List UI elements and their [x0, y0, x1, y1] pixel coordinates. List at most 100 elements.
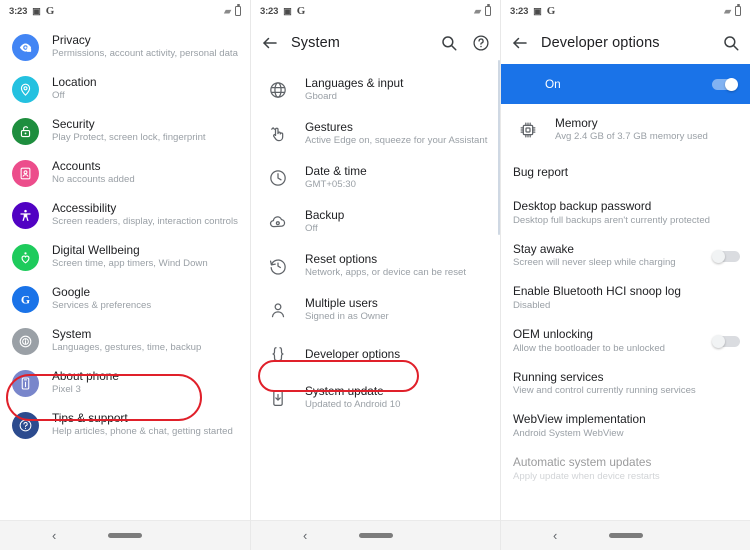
list-item-icon-wrap — [10, 326, 40, 356]
home-pill-icon[interactable] — [108, 533, 142, 538]
system-info-icon — [11, 327, 39, 355]
list-item[interactable]: Running services View and control current… — [501, 363, 750, 406]
status-time: 3:23 — [9, 5, 28, 17]
list-item[interactable]: Enable Bluetooth HCI snoop log Disabled — [501, 277, 750, 320]
list-item-text: System Languages, gestures, time, backup — [52, 327, 240, 356]
list-item-title: Privacy — [52, 32, 91, 47]
list-item-text: Stay awake Screen will never sleep while … — [513, 242, 704, 271]
master-toggle-switch[interactable] — [710, 77, 738, 91]
list-item-title: Running services — [513, 369, 604, 384]
developer-options-list[interactable]: Memory Avg 2.4 GB of 3.7 GB memory used Bu… — [501, 104, 750, 491]
google-icon: G — [546, 5, 556, 17]
list-item[interactable]: Stay awake Screen will never sleep while … — [501, 235, 750, 278]
list-item[interactable]: Memory Avg 2.4 GB of 3.7 GB memory used — [501, 108, 750, 152]
list-item-text: Reset options Network, apps, or device ca… — [305, 252, 488, 281]
list-item[interactable]: Tips & support Help articles, phone & cha… — [0, 404, 250, 446]
list-item-subtitle: No accounts added — [52, 174, 135, 186]
list-item-subtitle: Screen time, app timers, Wind Down — [52, 258, 208, 270]
list-item[interactable]: Date & time GMT+05:30 — [251, 156, 500, 200]
help-icon[interactable] — [472, 34, 490, 52]
list-item-title: Enable Bluetooth HCI snoop log — [513, 284, 681, 299]
list-item[interactable]: Accounts No accounts added — [0, 152, 250, 194]
list-item[interactable]: Backup Off — [251, 200, 500, 244]
back-arrow-icon[interactable] — [261, 34, 279, 52]
list-item-text: OEM unlocking Allow the bootloader to be … — [513, 327, 704, 356]
list-item-icon-wrap — [10, 410, 40, 440]
list-item-icon-wrap — [263, 119, 293, 149]
list-item[interactable]: G Google Services & preferences — [0, 278, 250, 320]
clock-icon — [268, 168, 288, 188]
nav-back-icon[interactable]: ‹ — [52, 529, 56, 542]
list-item[interactable]: Gestures Active Edge on, squeeze for your… — [251, 112, 500, 156]
home-pill-icon[interactable] — [358, 533, 393, 538]
system-list[interactable]: Languages & input Gboard Gestures Active Ed… — [251, 64, 500, 420]
list-item-subtitle: Avg 2.4 GB of 3.7 GB memory used — [555, 131, 708, 143]
screenshot-icon: ▣ — [283, 5, 292, 16]
phone-icon — [11, 369, 39, 397]
master-toggle-label: On — [545, 77, 561, 91]
list-item-subtitle: Pixel 3 — [52, 384, 81, 396]
list-item-text: Memory Avg 2.4 GB of 3.7 GB memory used — [555, 116, 740, 145]
list-item-subtitle: Apply update when device restarts — [513, 470, 660, 482]
list-item-text: WebView implementation Android System Web… — [513, 412, 740, 441]
list-item-title: OEM unlocking — [513, 327, 593, 342]
list-item-icon-wrap — [10, 368, 40, 398]
back-arrow-icon[interactable] — [511, 34, 529, 52]
list-item[interactable]: Bug report — [501, 152, 750, 192]
toggle-switch[interactable] — [712, 334, 740, 348]
list-item[interactable]: WebView implementation Android System Web… — [501, 405, 750, 448]
location-pin-icon — [11, 75, 39, 103]
list-item-text: Location Off — [52, 75, 240, 104]
wifi-icon: ▰ — [474, 5, 481, 16]
list-item-subtitle: Screen will never sleep while charging — [513, 257, 676, 269]
memory-chip-icon — [518, 120, 538, 140]
list-item-text: Automatic system updates Apply update whe… — [513, 455, 740, 484]
list-item-text: Security Play Protect, screen lock, finge… — [52, 117, 240, 146]
status-bar-1: 3:23 ▣ G ▰ — [0, 0, 250, 22]
list-item[interactable]: Desktop backup password Desktop full back… — [501, 192, 750, 235]
google-icon: G — [296, 5, 306, 17]
list-item-title: Developer options — [305, 346, 401, 361]
list-item[interactable]: Privacy Permissions, account activity, pe… — [0, 26, 250, 68]
system-update-icon — [268, 388, 288, 408]
gestures-icon — [268, 124, 288, 144]
list-item[interactable]: Multiple users Signed in as Owner — [251, 288, 500, 332]
list-item[interactable]: Digital Wellbeing Screen time, app timers… — [0, 236, 250, 278]
list-item[interactable]: OEM unlocking Allow the bootloader to be … — [501, 320, 750, 363]
list-item[interactable]: Developer options — [251, 332, 500, 376]
settings-list[interactable]: Privacy Permissions, account activity, pe… — [0, 22, 250, 446]
list-item[interactable]: Location Off — [0, 68, 250, 110]
app-bar-system: System — [251, 22, 500, 64]
list-item[interactable]: Languages & input Gboard — [251, 68, 500, 112]
list-item[interactable]: System Languages, gestures, time, backup — [0, 320, 250, 362]
list-item[interactable]: Reset options Network, apps, or device ca… — [251, 244, 500, 288]
screen-developer-options: 3:23 ▣ G ▰ Developer options On Memory A… — [500, 0, 750, 550]
home-pill-icon[interactable] — [608, 533, 643, 538]
list-item[interactable]: Automatic system updates Apply update whe… — [501, 448, 750, 491]
nav-back-icon[interactable]: ‹ — [303, 529, 307, 542]
list-item-subtitle: Off — [52, 90, 65, 102]
google-icon: G — [45, 5, 55, 17]
list-item-text: Bug report — [513, 165, 740, 180]
list-item-subtitle: Active Edge on, squeeze for your Assista… — [305, 135, 488, 147]
toggle-switch[interactable] — [712, 249, 740, 263]
list-item-text: Languages & input Gboard — [305, 76, 488, 105]
battery-icon — [735, 4, 741, 16]
developer-options-master-toggle-row[interactable]: On — [501, 64, 750, 104]
search-icon[interactable] — [722, 34, 740, 52]
list-item-subtitle: Permissions, account activity, personal … — [52, 48, 238, 60]
list-item-text: Desktop backup password Desktop full back… — [513, 199, 740, 228]
list-item-title: Automatic system updates — [513, 455, 652, 470]
battery-icon — [485, 4, 491, 16]
screenshot-icon: ▣ — [32, 5, 41, 16]
person-icon — [268, 300, 288, 320]
list-item-subtitle: Network, apps, or device can be reset — [305, 267, 467, 279]
list-item[interactable]: Security Play Protect, screen lock, finge… — [0, 110, 250, 152]
list-item[interactable]: Accessibility Screen readers, display, in… — [0, 194, 250, 236]
list-item[interactable]: System update Updated to Android 10 — [251, 376, 500, 420]
cloud-backup-icon — [268, 212, 288, 232]
list-item[interactable]: About phone Pixel 3 — [0, 362, 250, 404]
search-icon[interactable] — [440, 34, 458, 52]
nav-back-icon[interactable]: ‹ — [553, 529, 557, 542]
list-item-text: Date & time GMT+05:30 — [305, 164, 488, 193]
